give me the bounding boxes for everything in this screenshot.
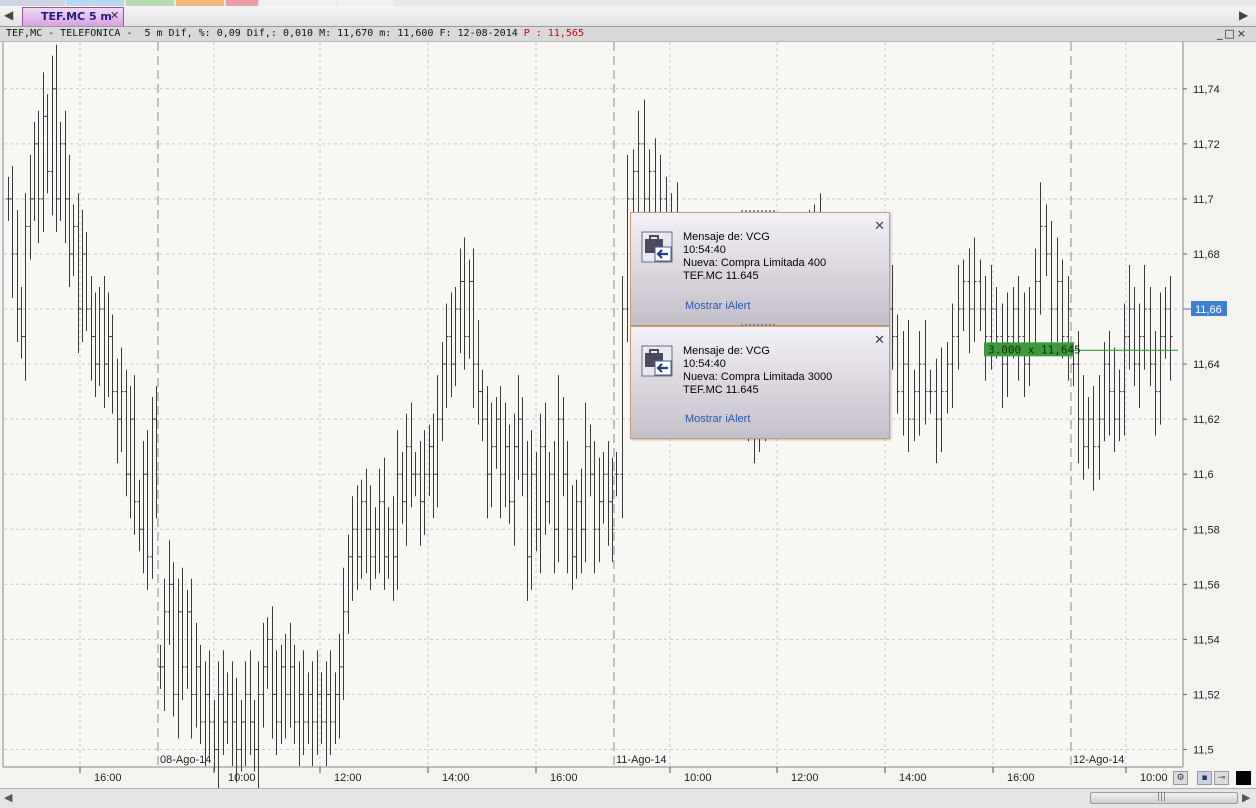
pin-icon[interactable]: ⊸: [1214, 771, 1229, 785]
alert-from: Mensaje de: VCG: [683, 345, 770, 357]
order-line-label: 3.000 x 11,645: [988, 343, 1081, 356]
ialert-popup-1[interactable]: ✕ Mensaje de: VCG 10:54:40 Nueva: Compra…: [630, 210, 890, 326]
time-tick-label: 16:00: [1007, 772, 1035, 784]
price-tick-label: 11,7: [1193, 194, 1214, 206]
date-marker-label: 12-Ago-14: [1073, 754, 1124, 766]
alert-from: Mensaje de: VCG: [683, 231, 770, 243]
alert-message: Nueva: Compra Limitada 400: [683, 257, 827, 269]
alert-time: 10:54:40: [683, 244, 726, 256]
alert-text: Mensaje de: VCG 10:54:40 Nueva: Compra L…: [683, 345, 832, 397]
alert-detail: TEF.MC 11.645: [683, 384, 759, 396]
price-tick-label: 11,56: [1193, 579, 1220, 591]
date-marker-label: 08-Ago-14: [160, 754, 211, 766]
horizontal-scrollbar[interactable]: ◀ ||| ▶: [0, 788, 1256, 808]
time-tick-label: 10:00: [228, 772, 256, 784]
save-icon[interactable]: ▪: [1197, 771, 1212, 785]
time-tick-label: 16:00: [550, 772, 578, 784]
price-tick-label: 11,6: [1193, 469, 1214, 481]
date-marker-label: 11-Ago-14: [616, 754, 667, 766]
time-tick-label: 12:00: [334, 772, 362, 784]
show-ialert-link[interactable]: Mostrar iAlert: [685, 300, 750, 312]
price-tick-label: 11,52: [1193, 689, 1220, 701]
price-tick-label: 11,54: [1193, 634, 1220, 646]
price-tick-label: 11,5: [1193, 744, 1214, 756]
ialert-popup-2[interactable]: ✕ Mensaje de: VCG 10:54:40 Nueva: Compra…: [630, 324, 890, 439]
alert-time: 10:54:40: [683, 358, 726, 370]
alert-detail: TEF.MC 11.645: [683, 270, 759, 282]
scroll-thumb[interactable]: |||: [1090, 792, 1238, 804]
scroll-right-icon[interactable]: ▶: [1242, 791, 1250, 804]
show-ialert-link[interactable]: Mostrar iAlert: [685, 413, 750, 425]
alert-message: Nueva: Compra Limitada 3000: [683, 371, 833, 383]
price-tick-label: 11,62: [1193, 414, 1220, 426]
price-tick-label: 11,72: [1193, 139, 1220, 151]
close-popup-icon[interactable]: ✕: [874, 333, 885, 348]
popup-drag-handle[interactable]: [741, 210, 775, 216]
x-axis-labels: 16:00 10:00 12:00 14:00 16:00 10:00 12:00 14:00…: [79, 767, 1168, 784]
price-chart[interactable]: 08-Ago-14 11-Ago-14 12-Ago-14 3.000 x 11,6…: [0, 0, 1256, 788]
price-tick-label: 11,64: [1193, 359, 1220, 371]
time-tick-label: 16:00: [94, 772, 122, 784]
price-tick-label: 11,58: [1193, 524, 1220, 536]
briefcase-arrow-icon: [641, 345, 673, 377]
plot-area: [3, 42, 1182, 766]
popup-drag-handle[interactable]: [741, 324, 775, 330]
time-tick-label: 10:00: [1140, 772, 1168, 784]
chart-settings-icon[interactable]: ⚙: [1173, 771, 1188, 785]
time-tick-label: 12:00: [791, 772, 819, 784]
time-tick-label: 14:00: [899, 772, 927, 784]
price-tick-label: 11,74: [1193, 84, 1220, 96]
color-swatch-icon[interactable]: [1236, 771, 1251, 785]
time-tick-label: 14:00: [442, 772, 470, 784]
time-tick-label: 10:00: [684, 772, 712, 784]
scroll-left-icon[interactable]: ◀: [4, 791, 12, 804]
current-price-label: 11,66: [1195, 304, 1222, 316]
price-tick-label: 11,68: [1193, 249, 1220, 261]
scroll-grip-icon: |||: [1157, 792, 1167, 802]
close-popup-icon[interactable]: ✕: [874, 219, 885, 234]
alert-text: Mensaje de: VCG 10:54:40 Nueva: Compra L…: [683, 231, 826, 283]
briefcase-arrow-icon: [641, 231, 673, 263]
